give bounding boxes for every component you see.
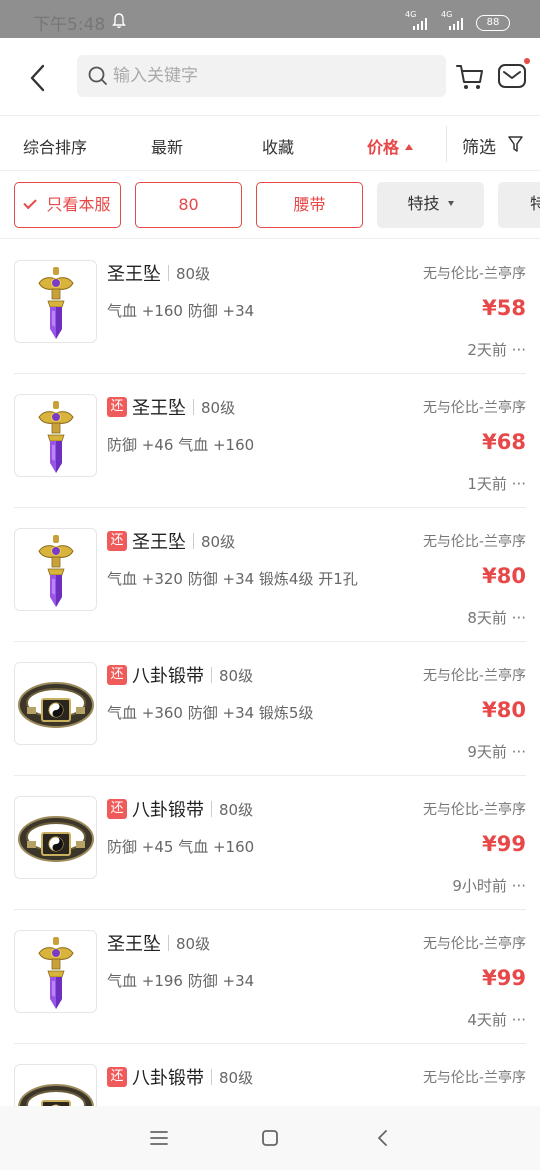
listing-item[interactable]: 还 八卦锻带 80级 无与伦比-兰亭序 气血 +360 防御 +34 锻炼5级 … <box>0 642 540 776</box>
item-name: 圣王坠 <box>107 264 161 285</box>
sort-newest[interactable]: 最新 <box>151 134 183 158</box>
listing-item[interactable]: 圣王坠 80级 无与伦比-兰亭序 气血 +196 防御 +34 ¥99 4天前 … <box>0 910 540 1044</box>
back-icon[interactable] <box>370 1126 396 1150</box>
item-server: 无与伦比-兰亭序 <box>422 1070 526 1086</box>
cart-icon[interactable] <box>455 62 485 92</box>
item-level: 80级 <box>201 398 236 417</box>
signal-icon: 4G <box>405 10 431 31</box>
item-level: 80级 <box>201 532 236 551</box>
item-level: 80级 <box>219 666 254 685</box>
search-header <box>0 38 540 116</box>
chevron-left-icon[interactable] <box>24 62 52 94</box>
search-input[interactable] <box>113 61 433 91</box>
chip-special-effect[interactable]: 特 <box>498 182 540 228</box>
item-name: 圣王坠 <box>132 532 186 553</box>
filter-button[interactable]: 筛选 <box>462 133 496 158</box>
mail-icon <box>498 64 526 88</box>
search-icon <box>88 66 107 85</box>
item-name: 八卦锻带 <box>132 800 204 821</box>
item-price: ¥58 <box>482 296 526 320</box>
signal-icon: 4G <box>441 10 467 31</box>
item-server: 无与伦比-兰亭序 <box>422 668 526 684</box>
item-time[interactable]: 8天前 ··· <box>467 607 526 628</box>
item-level: 80级 <box>176 264 211 283</box>
item-time[interactable]: 4天前 ··· <box>467 1009 526 1030</box>
chip-special-skill[interactable]: 特技 <box>377 182 484 228</box>
sort-comprehensive[interactable]: 综合排序 <box>23 134 87 158</box>
dropdown-arrow-icon <box>447 201 454 206</box>
chip-label: 特技 <box>407 194 440 213</box>
pendant-image <box>14 930 97 1013</box>
item-level: 80级 <box>176 934 211 953</box>
return-tag: 还 <box>107 799 127 819</box>
item-server: 无与伦比-兰亭序 <box>422 936 526 952</box>
item-server: 无与伦比-兰亭序 <box>422 400 526 416</box>
belt-image <box>14 1064 97 1106</box>
item-attributes: 气血 +196 防御 +34 <box>107 972 255 990</box>
chip-label: 只看本服 <box>46 195 111 214</box>
bell-icon <box>112 13 126 29</box>
listing-item[interactable]: 还 圣王坠 80级 无与伦比-兰亭序 防御 +46 气血 +160 ¥68 1天… <box>0 374 540 508</box>
status-bar: 下午5:48 4G 4G 88 <box>0 0 540 38</box>
square-home-icon[interactable] <box>257 1126 283 1150</box>
return-tag: 还 <box>107 1067 127 1087</box>
item-price: ¥68 <box>482 430 526 454</box>
item-level: 80级 <box>219 1068 254 1087</box>
item-attributes: 防御 +46 气血 +160 <box>107 436 255 454</box>
item-attributes: 防御 +45 气血 +160 <box>107 838 255 856</box>
item-time[interactable]: 2天前 ··· <box>467 339 526 360</box>
notification-dot <box>524 58 530 64</box>
chip-this-server[interactable]: 只看本服 <box>14 182 121 228</box>
item-name: 八卦锻带 <box>132 1068 204 1089</box>
divider <box>446 126 447 162</box>
sort-bar: 综合排序 最新 收藏 价格 筛选 <box>0 116 540 171</box>
chip-belt[interactable]: 腰带 <box>256 182 363 228</box>
pendant-image <box>14 394 97 477</box>
listing-item[interactable]: 还 圣王坠 80级 无与伦比-兰亭序 气血 +320 防御 +34 锻炼4级 开… <box>0 508 540 642</box>
item-level: 80级 <box>219 800 254 819</box>
search-box[interactable] <box>77 55 446 97</box>
chip-level[interactable]: 80 <box>135 182 242 228</box>
listing-item[interactable]: 圣王坠 80级 无与伦比-兰亭序 气血 +160 防御 +34 ¥58 2天前 … <box>0 240 540 374</box>
item-price: ¥99 <box>482 832 526 856</box>
item-price: ¥80 <box>482 564 526 588</box>
item-time[interactable]: 9天前 ··· <box>467 741 526 762</box>
check-icon <box>23 195 38 210</box>
mail-button[interactable] <box>497 58 530 91</box>
menu-icon[interactable] <box>146 1126 172 1150</box>
item-price: ¥99 <box>482 966 526 990</box>
sort-ascending-icon <box>405 144 414 150</box>
item-server: 无与伦比-兰亭序 <box>422 266 526 282</box>
pendant-image <box>14 260 97 343</box>
listing-item[interactable]: 还 八卦锻带 80级 无与伦比-兰亭序 防御 +45 气血 +160 ¥99 9… <box>0 776 540 910</box>
sort-price-label: 价格 <box>367 138 400 157</box>
item-name: 圣王坠 <box>107 934 161 955</box>
return-tag: 还 <box>107 531 127 551</box>
battery-indicator: 88 <box>476 15 510 31</box>
funnel-icon[interactable] <box>508 135 523 153</box>
chip-label: 腰带 <box>293 195 326 214</box>
sort-favorites[interactable]: 收藏 <box>262 134 294 158</box>
return-tag: 还 <box>107 397 127 417</box>
filter-chips: 只看本服 80 腰带 特技 特 <box>0 171 540 239</box>
item-price: ¥80 <box>482 698 526 722</box>
chip-label: 特 <box>530 194 540 213</box>
item-time[interactable]: 9小时前 ··· <box>452 875 526 896</box>
pendant-image <box>14 528 97 611</box>
item-name: 圣王坠 <box>132 398 186 419</box>
item-time[interactable]: 1天前 ··· <box>467 473 526 494</box>
item-server: 无与伦比-兰亭序 <box>422 802 526 818</box>
item-attributes: 气血 +320 防御 +34 锻炼4级 开1孔 <box>107 570 358 588</box>
system-nav-bar <box>0 1106 540 1170</box>
listing-item[interactable]: 还 八卦锻带 80级 无与伦比-兰亭序 <box>0 1044 540 1106</box>
listing-list: 圣王坠 80级 无与伦比-兰亭序 气血 +160 防御 +34 ¥58 2天前 … <box>0 240 540 1106</box>
belt-image <box>14 662 97 745</box>
item-attributes: 气血 +360 防御 +34 锻炼5级 <box>107 704 314 722</box>
item-server: 无与伦比-兰亭序 <box>422 534 526 550</box>
item-name: 八卦锻带 <box>132 666 204 687</box>
return-tag: 还 <box>107 665 127 685</box>
chip-label: 80 <box>178 195 199 214</box>
item-attributes: 气血 +160 防御 +34 <box>107 302 255 320</box>
belt-image <box>14 796 97 879</box>
